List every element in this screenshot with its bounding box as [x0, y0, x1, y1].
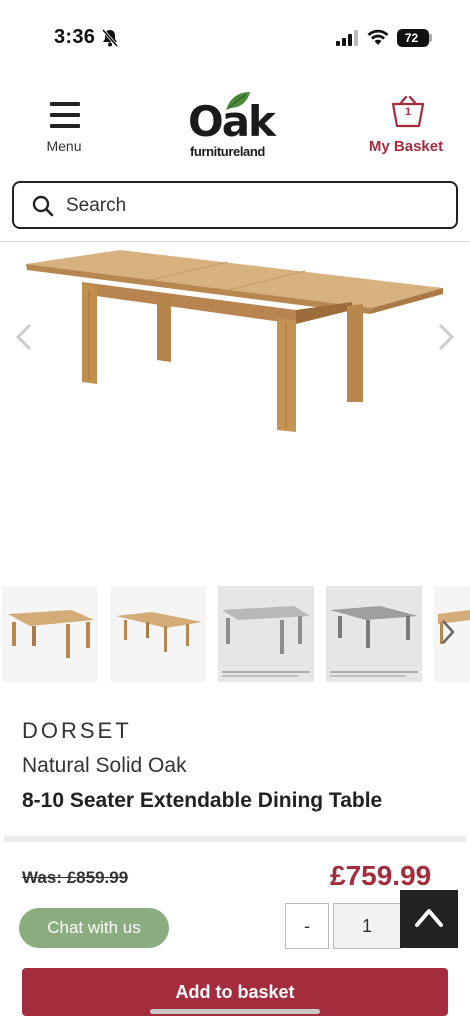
menu-label: Menu [46, 138, 82, 154]
carousel-prev-icon[interactable] [14, 322, 34, 352]
my-basket-button[interactable]: 1 My Basket [360, 94, 452, 158]
search-input[interactable]: Search [12, 181, 458, 229]
thumbnail-3[interactable] [218, 586, 314, 682]
thumbnail-4[interactable] [326, 586, 422, 682]
thumbnail-next-icon[interactable] [438, 618, 458, 646]
quantity-decrease-button[interactable]: - [285, 903, 329, 949]
current-price: £759.99 [330, 860, 432, 891]
menu-button[interactable]: Menu [40, 102, 88, 158]
header-divider [0, 241, 470, 242]
thumbnail-1[interactable] [2, 586, 98, 682]
home-indicator[interactable] [150, 1009, 320, 1014]
chat-with-us-button[interactable]: Chat with us [19, 908, 169, 948]
carousel-next-icon[interactable] [436, 322, 456, 352]
basket-label: My Basket [368, 138, 444, 155]
battery-level: 72 [404, 31, 419, 45]
hamburger-icon [50, 102, 80, 130]
wifi-icon [367, 29, 389, 45]
logo-sub-text: furnitureland [190, 144, 265, 159]
back-to-top-button[interactable] [400, 890, 458, 948]
bell-slash-icon [101, 29, 119, 47]
basket-count: 1 [404, 106, 412, 118]
was-price: Was: £859.99 [22, 868, 129, 887]
chevron-up-icon [415, 909, 443, 927]
search-placeholder: Search [66, 195, 127, 216]
thumbnail-2[interactable] [110, 586, 206, 682]
status-bar: 3:36 72 [0, 0, 470, 72]
product-title: 8-10 Seater Extendable Dining Table [22, 789, 383, 812]
logo-main-text: Oak [188, 97, 276, 146]
product-subtitle: Natural Solid Oak [22, 754, 187, 777]
site-header: Menu Oak furnitureland 1 My Basket [0, 80, 470, 170]
section-divider [4, 836, 466, 842]
signal-icon [336, 30, 358, 46]
status-time: 3:36 [54, 26, 96, 48]
quantity-input[interactable]: 1 [333, 903, 401, 949]
search-icon [32, 195, 54, 217]
product-brand: DORSET [22, 718, 132, 743]
battery-cap [429, 34, 432, 42]
thumbnail-strip [0, 586, 470, 684]
product-main-image[interactable] [0, 244, 470, 580]
oak-furnitureland-logo[interactable]: Oak furnitureland [188, 88, 284, 159]
